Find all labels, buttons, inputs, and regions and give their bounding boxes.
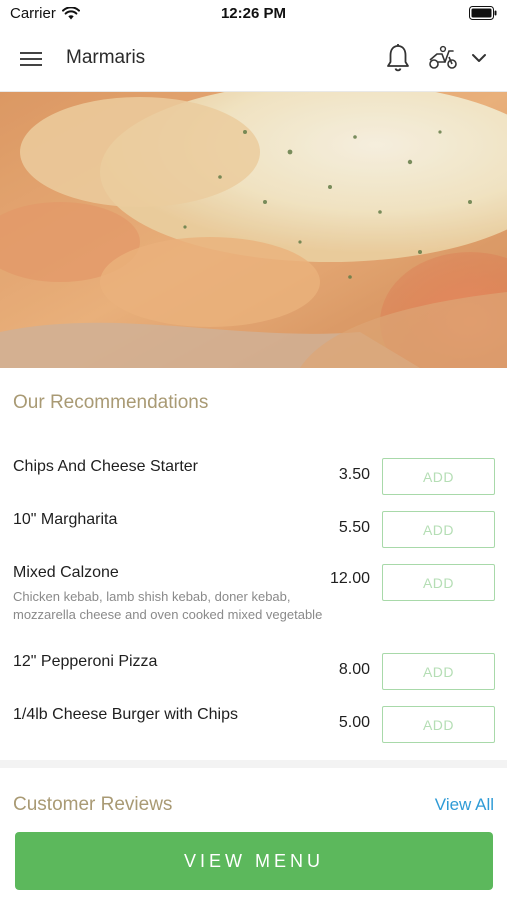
item-name: 1/4lb Cheese Burger with Chips bbox=[13, 706, 239, 723]
item-price: 12.00 bbox=[329, 570, 370, 587]
status-time: 12:26 PM bbox=[220, 5, 287, 22]
view-menu-button[interactable]: VIEW MENU bbox=[15, 832, 493, 890]
item-description: Chicken kebab, lamb shish kebab, doner k… bbox=[13, 589, 323, 622]
add-button[interactable]: ADD bbox=[382, 511, 495, 548]
add-button[interactable]: ADD bbox=[382, 653, 495, 690]
item-price: 5.50 bbox=[338, 519, 370, 536]
add-button[interactable]: ADD bbox=[382, 706, 495, 743]
section-divider bbox=[0, 760, 507, 768]
item-price: 5.00 bbox=[338, 714, 370, 731]
item-name: 12" Pepperoni Pizza bbox=[13, 653, 158, 670]
item-name: 10" Margharita bbox=[13, 511, 118, 528]
customer-reviews-heading: Customer Reviews bbox=[13, 794, 173, 815]
bell-icon[interactable] bbox=[385, 43, 411, 73]
battery-icon bbox=[469, 6, 497, 20]
item-price: 8.00 bbox=[338, 661, 370, 678]
recommendations-heading: Our Recommendations bbox=[13, 392, 209, 413]
add-button[interactable]: ADD bbox=[382, 458, 495, 495]
item-name: Chips And Cheese Starter bbox=[13, 458, 198, 475]
scooter-delivery-icon[interactable] bbox=[427, 45, 459, 71]
hero-pizza-image bbox=[0, 92, 507, 368]
restaurant-title: Marmaris bbox=[66, 47, 146, 68]
chevron-down-icon[interactable] bbox=[471, 52, 487, 64]
status-bar: Carrier 12:26 PM bbox=[0, 0, 507, 28]
add-button[interactable]: ADD bbox=[382, 564, 495, 601]
item-price: 3.50 bbox=[338, 466, 370, 483]
top-nav-bar: Marmaris bbox=[0, 28, 507, 92]
view-all-link[interactable]: View All bbox=[435, 795, 494, 815]
hamburger-menu-icon[interactable] bbox=[20, 48, 46, 70]
item-name: Mixed Calzone bbox=[13, 564, 119, 581]
